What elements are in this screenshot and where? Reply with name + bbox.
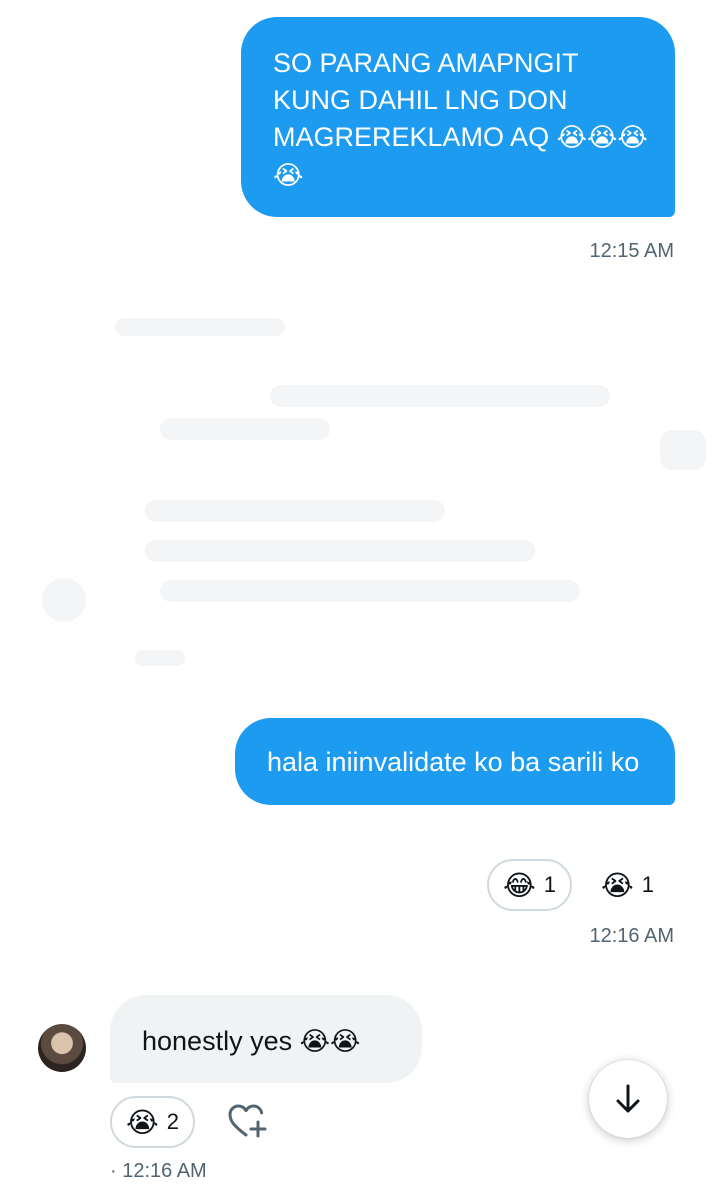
- heart-plus-icon[interactable]: [226, 1102, 270, 1142]
- reaction-crying[interactable]: 😭 2: [110, 1096, 195, 1148]
- user-avatar[interactable]: [38, 1024, 86, 1072]
- message-text: SO PARANG AMAPNGIT KUNG DAHIL LNG DON MA…: [273, 48, 579, 152]
- reaction-count: 1: [641, 872, 654, 897]
- reaction-crying[interactable]: 😭 1: [585, 859, 670, 911]
- reaction-count: 1: [543, 872, 556, 897]
- crying-emoji-group: 😭😭: [299, 1027, 361, 1057]
- incoming-message-bubble[interactable]: honestly yes 😭😭: [110, 995, 422, 1083]
- message-text: honestly yes: [142, 1026, 293, 1056]
- crying-emoji-icon: 😭: [601, 868, 634, 902]
- crying-emoji-icon: 😭: [126, 1105, 159, 1139]
- message-timestamp: · 12:16 AM: [110, 1160, 207, 1182]
- scroll-down-button[interactable]: [589, 1060, 667, 1138]
- outgoing-message-bubble[interactable]: hala iniinvalidate ko ba sarili ko: [235, 718, 675, 805]
- laughing-emoji-icon: 😂: [503, 868, 536, 902]
- reaction-count: 2: [166, 1109, 179, 1134]
- message-timestamp: 12:15 AM: [589, 240, 674, 262]
- message-timestamp: 12:16 AM: [589, 925, 674, 947]
- outgoing-message-bubble[interactable]: SO PARANG AMAPNGIT KUNG DAHIL LNG DON MA…: [241, 17, 675, 217]
- arrow-down-icon: [616, 1084, 640, 1113]
- reaction-laughing[interactable]: 😂 1: [487, 859, 572, 911]
- message-text: hala iniinvalidate ko ba sarili ko: [267, 747, 640, 777]
